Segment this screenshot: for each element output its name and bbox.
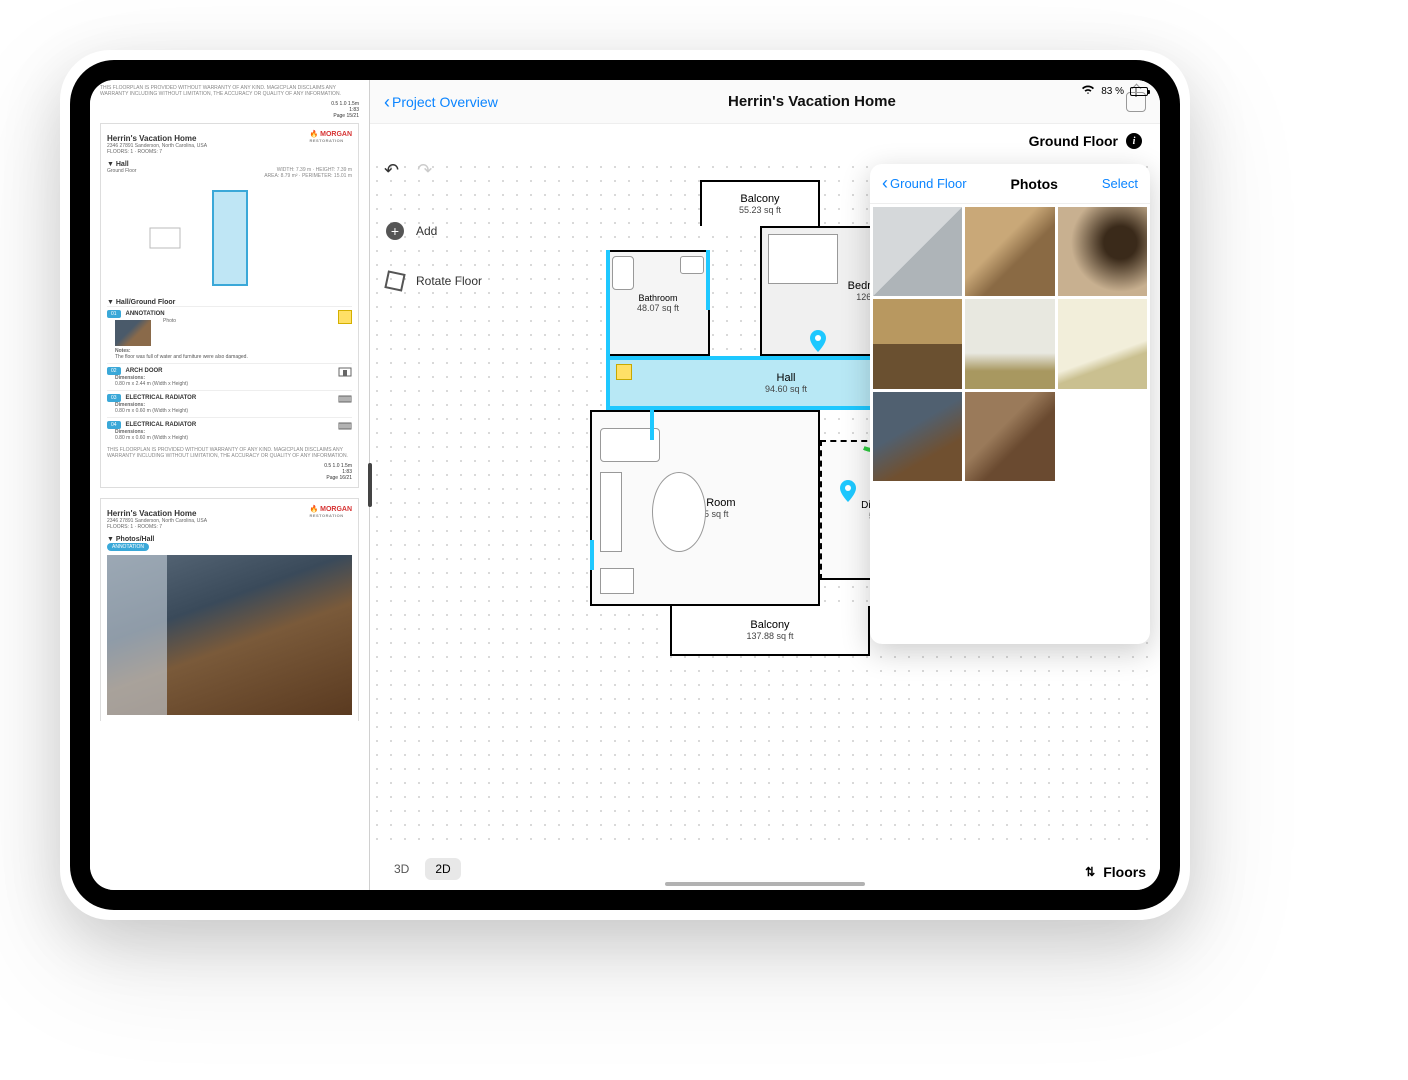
chevron-left-icon: ‹ (384, 93, 390, 111)
floor-subheader: Ground Floor i (370, 124, 1160, 158)
floors-button[interactable]: ⇅ Floors (1085, 864, 1146, 880)
status-bar: 83 % (1081, 80, 1160, 98)
photo-thumbnail[interactable] (965, 207, 1054, 296)
nav-bar: ‹ Project Overview Herrin's Vacation Hom… (370, 80, 1160, 124)
battery-percent: 83 % (1101, 86, 1124, 97)
room-bathroom[interactable]: Bathroom 48.07 sq ft (606, 250, 710, 356)
back-label: Project Overview (392, 94, 498, 110)
photo-thumbnail[interactable] (965, 392, 1054, 481)
report-large-photo (107, 555, 352, 715)
room-balcony-top[interactable]: Balcony 55.23 sq ft (700, 180, 820, 226)
report-project-code: FLOORS: 1 · ROOMS: 7 (107, 149, 352, 155)
photo-thumbnail[interactable] (965, 299, 1054, 388)
ipad-frame: 83 % THIS FLOORPLAN IS PROVIDED WITHOUT … (70, 60, 1180, 910)
report-item-radiator-1: 03 ELECTRICAL RADIATOR Dimensions: 0.80 … (107, 390, 352, 417)
radiator-icon (338, 394, 352, 404)
report-annotation-pill: ANNOTATION (107, 543, 149, 551)
door-icon (338, 367, 352, 377)
page-title: Herrin's Vacation Home (498, 93, 1126, 110)
report-item-arch-door: 02 ARCH DOOR Dimensions: 0.80 m x 2.44 m… (107, 363, 352, 390)
sticky-note-icon[interactable] (616, 364, 632, 380)
undo-button[interactable]: ↶ (384, 160, 399, 181)
view-3d-button[interactable]: 3D (384, 858, 419, 880)
report-disclaimer: THIS FLOORPLAN IS PROVIDED WITHOUT WARRA… (100, 86, 359, 97)
floors-label: Floors (1103, 864, 1146, 880)
info-icon[interactable]: i (1126, 133, 1142, 149)
view-mode-switch: 3D 2D (384, 858, 461, 880)
rotate-icon (384, 270, 405, 291)
photo-thumbnail[interactable] (873, 299, 962, 388)
popover-title: Photos (967, 176, 1102, 192)
report-hall-path: ▼ Hall/Ground Floor (107, 299, 352, 306)
home-indicator[interactable] (665, 882, 865, 886)
popover-select-button[interactable]: Select (1102, 176, 1138, 191)
report-scale-15: 0.5 1.0 1.5m 1:83 Page 15/21 (331, 101, 359, 119)
add-label: Add (416, 224, 437, 238)
room-living[interactable]: Living Room 150.75 sq ft (590, 410, 820, 606)
photos-popover: ‹ Ground Floor Photos Select (870, 164, 1150, 644)
sticky-note-icon (338, 310, 352, 324)
radiator-icon (338, 421, 352, 431)
report-annotation-row: 01 ANNOTATION Photo Notes: The floor was… (107, 306, 352, 363)
photo-thumbnail[interactable] (873, 392, 962, 481)
back-button[interactable]: ‹ Project Overview (384, 93, 498, 111)
company-logo: 🔥 MORGANRESTORATION (309, 130, 352, 143)
battery-icon (1130, 87, 1148, 96)
rotate-label: Rotate Floor (416, 274, 482, 288)
report-mini-floorplan (107, 183, 352, 293)
photo-thumbnail[interactable] (1058, 299, 1147, 388)
popover-back-button[interactable]: ‹ Ground Floor (882, 173, 967, 194)
report-item-radiator-2: 04 ELECTRICAL RADIATOR Dimensions: 0.80 … (107, 417, 352, 444)
main-canvas-pane: ‹ Project Overview Herrin's Vacation Hom… (370, 80, 1160, 890)
photo-thumbnail[interactable] (1058, 207, 1147, 296)
chevron-left-icon: ‹ (882, 173, 888, 194)
report-scale-16: 0.5 1.0 1.5m 1:83 Page 16/21 (324, 463, 352, 481)
location-pin-icon[interactable] (840, 480, 856, 502)
photo-thumbnail[interactable] (873, 207, 962, 296)
view-2d-button[interactable]: 2D (425, 858, 460, 880)
report-photos-section: ▼ Photos/Hall (107, 536, 352, 543)
room-balcony-bottom[interactable]: Balcony 137.88 sq ft (670, 606, 870, 656)
photo-grid (870, 204, 1150, 484)
wifi-icon (1081, 85, 1095, 98)
rotate-floor-button[interactable]: Rotate Floor (384, 270, 482, 292)
report-photo-thumb (115, 320, 151, 346)
add-button[interactable]: + Add (384, 220, 482, 242)
current-floor-label: Ground Floor (1029, 133, 1118, 149)
redo-button[interactable]: ↷ (417, 160, 432, 181)
location-pin-icon[interactable] (810, 330, 826, 352)
screen: 83 % THIS FLOORPLAN IS PROVIDED WITHOUT … (90, 80, 1160, 890)
company-logo: 🔥 MORGANRESTORATION (309, 505, 352, 518)
report-sidebar[interactable]: THIS FLOORPLAN IS PROVIDED WITHOUT WARRA… (90, 80, 370, 890)
report-page-hall[interactable]: 🔥 MORGANRESTORATION Herrin's Vacation Ho… (100, 123, 359, 488)
sort-icon: ⇅ (1085, 865, 1095, 879)
report-page-photos[interactable]: 🔥 MORGANRESTORATION Herrin's Vacation Ho… (100, 498, 359, 721)
plus-icon: + (386, 222, 404, 240)
